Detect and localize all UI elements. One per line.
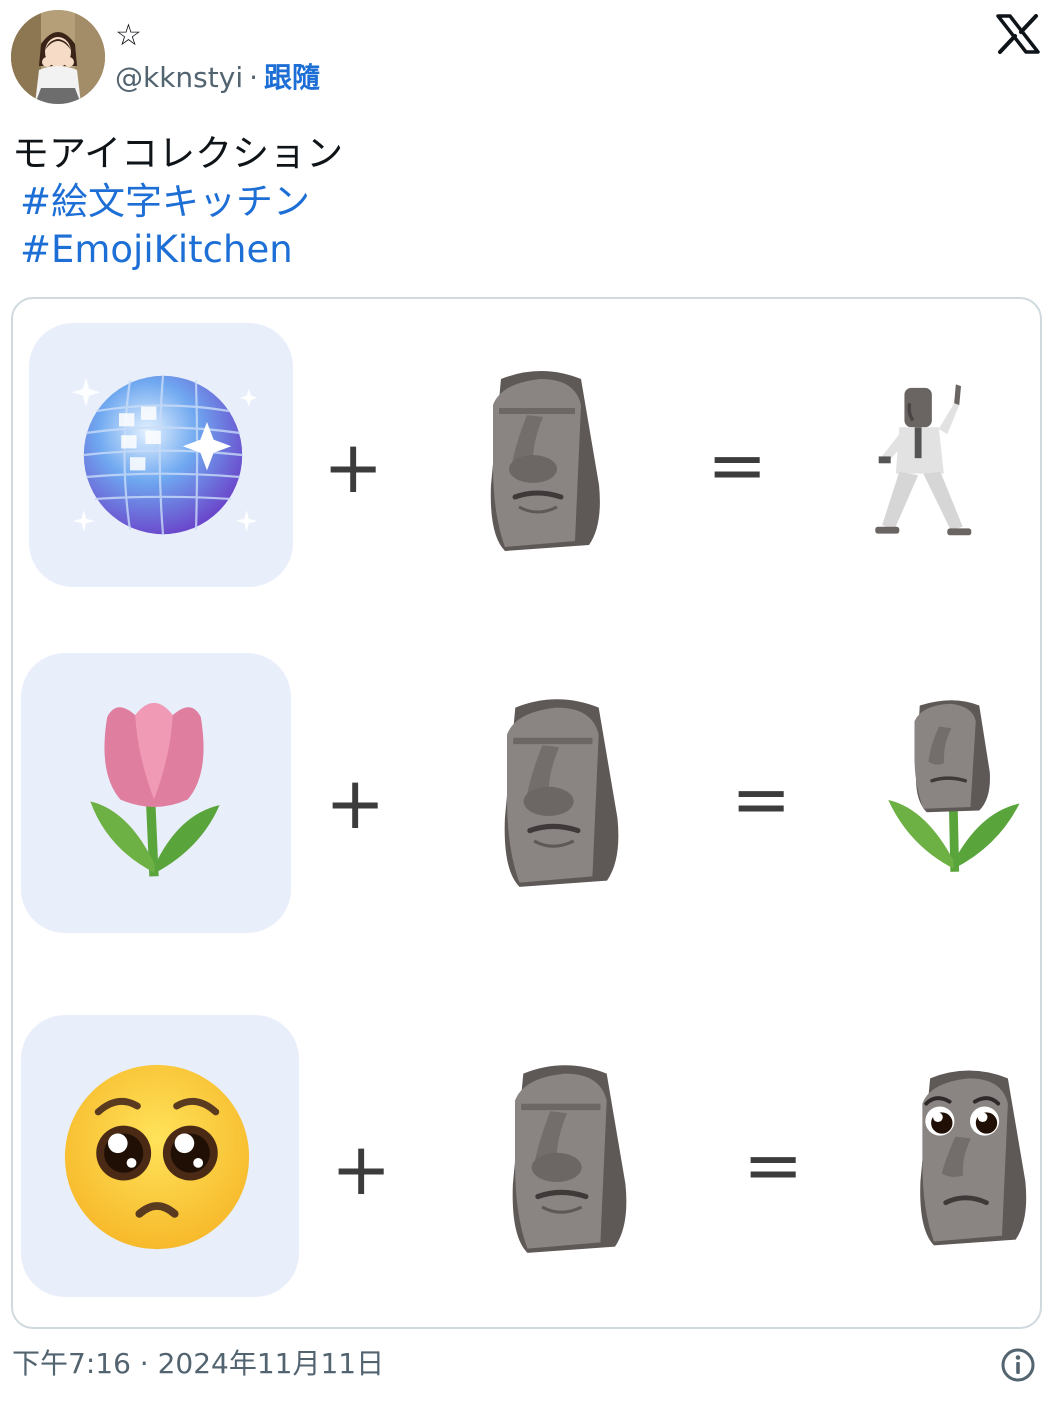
plus-operator-1: + [323,425,384,509]
tulip-icon [90,703,220,877]
x-logo-icon[interactable] [996,14,1040,54]
moai-icon [490,371,600,551]
plus-operator-2: + [325,761,386,845]
plus-operator-3: + [331,1127,392,1211]
tweet-body: モアイコレクション [12,132,344,175]
equals-operator-3: = [743,1123,804,1207]
handle-row: @kknstyi · 跟隨 [115,60,320,96]
pleading-moai-icon [920,1070,1027,1246]
info-icon[interactable] [1000,1347,1036,1383]
equals-operator-2: = [731,757,792,841]
equals-operator-1: = [707,423,768,507]
moai-icon [504,699,619,887]
moai-icon [512,1065,627,1253]
tulip-moai-icon [888,700,1020,872]
avatar[interactable] [11,10,105,104]
handle[interactable]: @kknstyi [115,61,243,94]
tweet-timestamp[interactable]: 下午7:16 · 2024年11月11日 [12,1346,384,1382]
display-name[interactable]: ☆ [115,18,142,54]
separator-dot: · [249,61,258,94]
avatar-image [11,10,105,104]
pleading-face-icon [64,1064,250,1250]
dancing-moai-icon [875,384,972,536]
media-card[interactable]: + = + = + = [11,297,1042,1329]
hashtag-emoji-kitchen[interactable]: #EmojiKitchen [20,226,343,274]
tweet-text: モアイコレクション #絵文字キッチン #EmojiKitchen [12,130,343,274]
disco-ball-icon [71,375,258,535]
hashtag-emoji-kitchen-jp[interactable]: #絵文字キッチン [20,178,343,226]
follow-button[interactable]: 跟隨 [264,61,320,94]
